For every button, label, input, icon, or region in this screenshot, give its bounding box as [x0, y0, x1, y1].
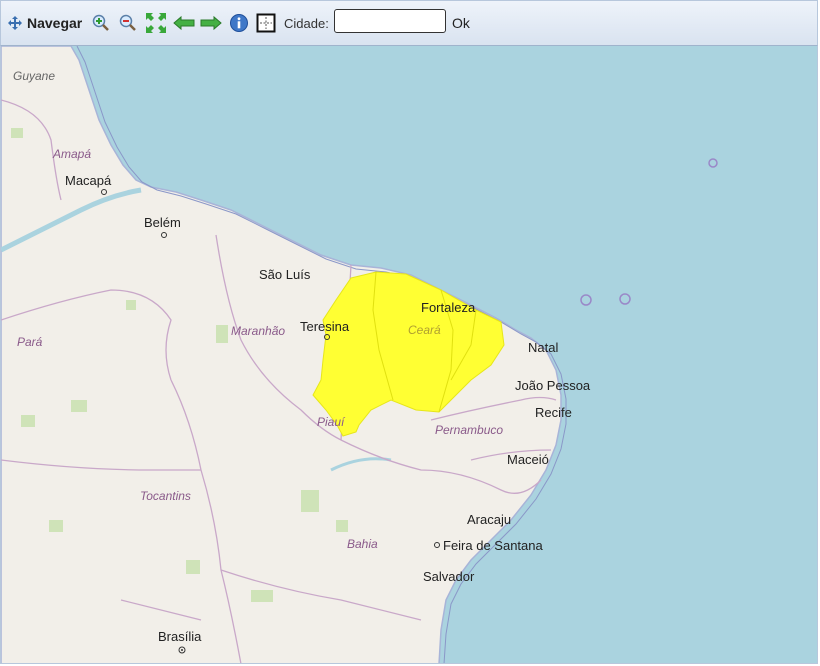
label-belem: Belém [144, 215, 181, 230]
ok-label: Ok [452, 15, 470, 31]
city-label: Cidade: [284, 12, 329, 34]
zoom-extent-button[interactable] [145, 12, 167, 34]
label-feira-de-santana: Feira de Santana [443, 538, 544, 553]
label-ceara: Ceará [408, 323, 441, 337]
label-aracaju: Aracaju [467, 512, 511, 527]
back-arrow-icon [173, 15, 195, 31]
select-box-icon [256, 13, 276, 33]
forward-button[interactable] [200, 12, 222, 34]
map-toolbar: Navegar Cidade: Ok [0, 0, 818, 46]
label-para: Pará [17, 335, 43, 349]
navigate-icon [8, 16, 22, 30]
map-view[interactable]: Guyane Amapá Macapá Belém São Luís Maran… [0, 46, 818, 664]
label-teresina: Teresina [300, 319, 350, 334]
label-natal: Natal [528, 340, 558, 355]
label-joao-pessoa: João Pessoa [515, 378, 591, 393]
zoom-out-button[interactable] [118, 12, 138, 34]
label-amapa: Amapá [52, 147, 91, 161]
label-brasilia: Brasília [158, 629, 202, 644]
label-bahia: Bahia [347, 537, 378, 551]
label-maceio: Maceió [507, 452, 549, 467]
info-button[interactable] [229, 12, 249, 34]
info-icon [230, 14, 248, 32]
label-recife: Recife [535, 405, 572, 420]
ok-button[interactable]: Ok [452, 12, 470, 34]
navigate-button[interactable]: Navegar [7, 12, 82, 34]
zoom-in-icon [92, 14, 109, 31]
map-canvas[interactable]: Guyane Amapá Macapá Belém São Luís Maran… [1, 46, 818, 664]
city-label-text: Cidade: [284, 15, 329, 31]
marker-brasilia-dot [181, 649, 183, 651]
navigate-label: Navegar [27, 15, 83, 31]
back-button[interactable] [173, 12, 195, 34]
city-input[interactable] [334, 9, 446, 33]
forward-arrow-icon [200, 15, 222, 31]
label-pernambuco: Pernambuco [435, 423, 503, 437]
label-tocantins: Tocantins [140, 489, 191, 503]
label-guyane: Guyane [13, 69, 55, 83]
label-fortaleza: Fortaleza [421, 300, 476, 315]
zoom-out-icon [119, 14, 136, 31]
zoom-extent-icon [146, 13, 166, 33]
label-sao-luis: São Luís [259, 267, 311, 282]
zoom-in-button[interactable] [91, 12, 111, 34]
select-box-button[interactable] [256, 12, 276, 34]
label-macapa: Macapá [65, 173, 112, 188]
label-salvador: Salvador [423, 569, 475, 584]
label-piaui: Piauí [317, 415, 346, 429]
label-maranhao: Maranhão [231, 324, 285, 338]
